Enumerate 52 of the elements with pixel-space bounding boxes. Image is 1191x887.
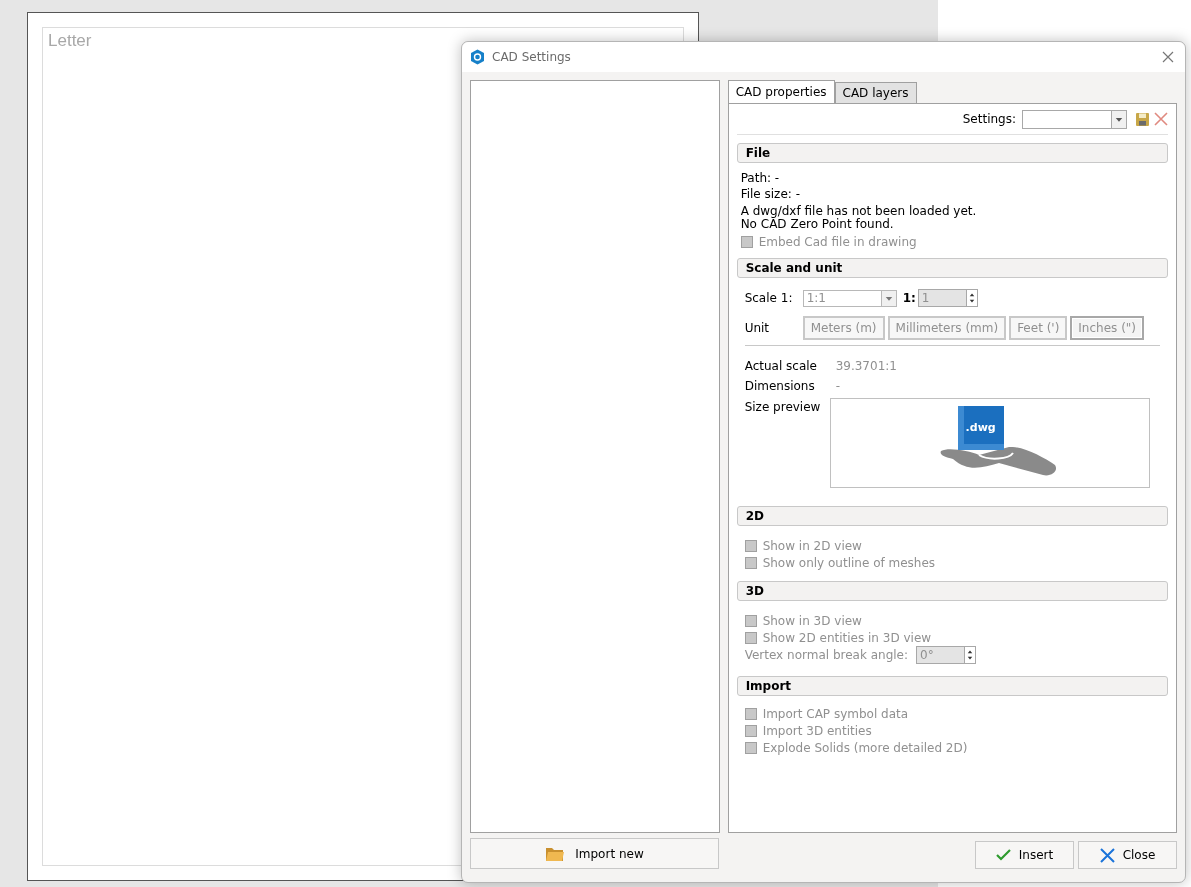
unit-label: Unit: [744, 320, 771, 337]
close-icon[interactable]: [1162, 51, 1174, 63]
close-button[interactable]: Close: [1078, 841, 1177, 869]
unit-button[interactable]: Millimeters (mm): [887, 316, 1007, 340]
ratio-label: 1:: [902, 290, 916, 307]
section-header: Import: [736, 676, 1168, 696]
tab[interactable]: CAD layers: [834, 82, 917, 103]
checkbox-label: Show in 3D view: [762, 612, 862, 630]
spinner-arrows-icon: [965, 290, 977, 306]
import-new-button[interactable]: Import new: [470, 838, 719, 869]
close-icon: [1099, 847, 1115, 863]
tab[interactable]: CAD properties: [727, 80, 835, 103]
section-header: File: [736, 143, 1168, 163]
save-icon[interactable]: [1135, 111, 1150, 127]
app-logo-icon: [470, 49, 485, 65]
page-label: Letter: [48, 31, 92, 50]
actual-scale-value: 39.3701:1: [835, 358, 897, 375]
delete-icon[interactable]: [1154, 112, 1168, 126]
angle-label: Vertex normal break angle:: [744, 647, 908, 664]
status-message: A dwg/dxf file has not been loaded yet.: [740, 205, 978, 218]
size-preview-label: Size preview: [744, 399, 822, 416]
unit-button[interactable]: Inches ("): [1070, 316, 1144, 340]
scale-dropdown[interactable]: 1:1: [802, 289, 897, 307]
unit-button[interactable]: Meters (m): [802, 316, 885, 340]
settings-label: Settings:: [962, 111, 1016, 128]
window-title: CAD Settings: [492, 49, 571, 66]
dimensions-label: Dimensions: [744, 378, 816, 395]
status-message: No CAD Zero Point found.: [740, 218, 895, 233]
scale-label: Scale 1:: [744, 290, 794, 307]
ratio-spinner[interactable]: 1: [917, 289, 978, 307]
checkbox-label: Show in 2D view: [762, 537, 862, 555]
section-header: 3D: [736, 581, 1168, 601]
dwg-cube-icon: .dwg: [957, 406, 1004, 450]
actual-scale-label: Actual scale: [744, 358, 818, 375]
checkbox-label: Embed Cad file in drawing: [758, 233, 917, 251]
unit-button[interactable]: Feet ('): [1009, 316, 1068, 340]
spinner-arrows-icon: [964, 647, 975, 663]
checkbox-label: Import CAP symbol data: [762, 705, 909, 723]
path-text: Path: -: [740, 170, 781, 185]
settings-dropdown[interactable]: [1022, 109, 1127, 129]
dimensions-value: -: [835, 378, 840, 395]
checkmark-icon: [995, 849, 1011, 861]
file-size-text: File size: -: [740, 186, 801, 201]
folder-icon: [545, 845, 566, 862]
section-header: Scale and unit: [736, 258, 1168, 278]
insert-button[interactable]: Insert: [975, 841, 1074, 869]
angle-spinner[interactable]: 0°: [916, 646, 976, 664]
checkbox-label: Import 3D entities: [762, 722, 872, 740]
checkbox-label: Show 2D entities in 3D view: [762, 629, 932, 647]
section-header: 2D: [736, 506, 1168, 526]
checkbox-label: Explode Solids (more detailed 2D): [762, 739, 968, 757]
checkbox-label: Show only outline of meshes: [762, 554, 936, 572]
